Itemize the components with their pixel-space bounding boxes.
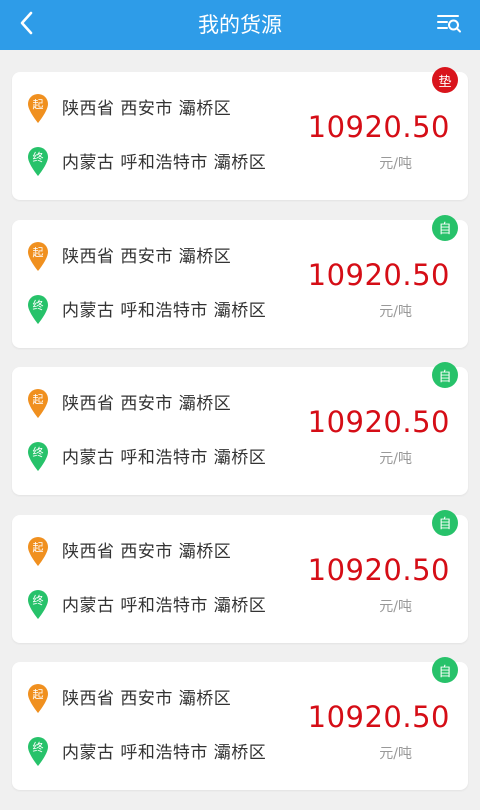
price-unit: 元/吨 <box>379 746 412 762</box>
cargo-card[interactable]: 起 陕西省 西安市 灞桥区终 内蒙古 呼和浩特市 灞桥区 10920.50 元/吨 自 <box>12 657 468 790</box>
destination-address: 内蒙古 呼和浩特市 灞桥区 <box>62 448 267 468</box>
price-unit: 元/吨 <box>379 303 412 320</box>
cargo-list: 起陕西省 西安市 灞桥区终内蒙古 呼和浩特市 灞桥区 10920.50 元/吨垫起陕… <box>12 67 468 810</box>
start-pin-icon: 起 <box>26 535 50 567</box>
start-pin-icon: 起 <box>26 387 50 419</box>
origin-address: 陕西省 西安市 灞桥区 <box>62 689 232 709</box>
status-badge: 自 <box>432 657 458 683</box>
price-value: 10920.50 <box>307 257 450 292</box>
svg-text:起: 起 <box>33 393 44 406</box>
start-pin-icon: 起 <box>26 240 50 272</box>
cargo-card[interactable]: 起 陕西省 西安市 灞桥区终 内蒙古 呼和浩特市 灞桥区 10920.50 元/吨 自 <box>12 214 468 348</box>
svg-text:终: 终 <box>33 150 44 164</box>
end-pin-icon: 终 <box>26 145 50 177</box>
svg-text:起: 起 <box>33 541 44 554</box>
price-unit: 元/吨 <box>379 156 412 172</box>
cargo-card[interactable]: 起 陕西省 西安市 灞桥区终 内蒙古 呼和浩特市 灞桥区 10920.50 元/吨 自 <box>12 362 468 495</box>
page-title: 我的货源 <box>198 13 282 37</box>
end-pin-icon: 终 <box>26 440 50 472</box>
destination-address: 内蒙古 呼和浩特市 灞桥区 <box>62 300 267 321</box>
end-pin-icon: 终 <box>26 293 50 325</box>
origin-address: 陕西省 西安市 灞桥区 <box>62 541 232 562</box>
filter-search-button[interactable] <box>434 10 464 40</box>
origin-address: 陕西省 西安市 灞桥区 <box>62 246 232 267</box>
svg-text:终: 终 <box>33 298 44 312</box>
origin-address: 陕西省 西安市 灞桥区 <box>62 99 232 119</box>
svg-text:终: 终 <box>33 740 44 754</box>
svg-text:终: 终 <box>33 445 44 459</box>
origin-address: 陕西省 西安市 灞桥区 <box>62 394 232 414</box>
svg-text:起: 起 <box>33 688 44 701</box>
cargo-card[interactable]: 起 陕西省 西安市 灞桥区终 内蒙古 呼和浩特市 灞桥区 10920.50 元/吨 垫 <box>12 67 468 200</box>
end-pin-icon: 终 <box>26 735 50 767</box>
destination-address: 内蒙古 呼和浩特市 灞桥区 <box>62 595 267 616</box>
start-pin-icon: 起 <box>26 92 50 124</box>
destination-address: 内蒙古 呼和浩特市 灞桥区 <box>62 153 267 173</box>
destination-address: 内蒙古 呼和浩特市 灞桥区 <box>62 743 267 763</box>
status-badge: 垫 <box>432 67 458 93</box>
price-value: 10920.50 <box>307 405 450 439</box>
price-value: 10920.50 <box>307 110 450 144</box>
start-pin-icon: 起 <box>26 682 50 714</box>
cargo-card[interactable]: 起 陕西省 西安市 灞桥区终 内蒙古 呼和浩特市 灞桥区 10920.50 元/吨 自 <box>12 509 468 643</box>
svg-text:终: 终 <box>33 593 44 607</box>
price-value: 10920.50 <box>307 552 450 587</box>
end-pin-icon: 终 <box>26 588 50 620</box>
svg-text:起: 起 <box>33 98 44 111</box>
price-unit: 元/吨 <box>379 451 412 467</box>
price-unit: 元/吨 <box>379 598 412 615</box>
filter-search-icon <box>436 12 462 38</box>
status-badge: 自 <box>432 362 458 388</box>
price-value: 10920.50 <box>307 700 450 734</box>
status-badge: 自 <box>432 214 458 241</box>
top-bar: 我的货源 <box>0 0 480 50</box>
svg-text:起: 起 <box>33 246 44 259</box>
status-badge: 自 <box>432 509 458 536</box>
